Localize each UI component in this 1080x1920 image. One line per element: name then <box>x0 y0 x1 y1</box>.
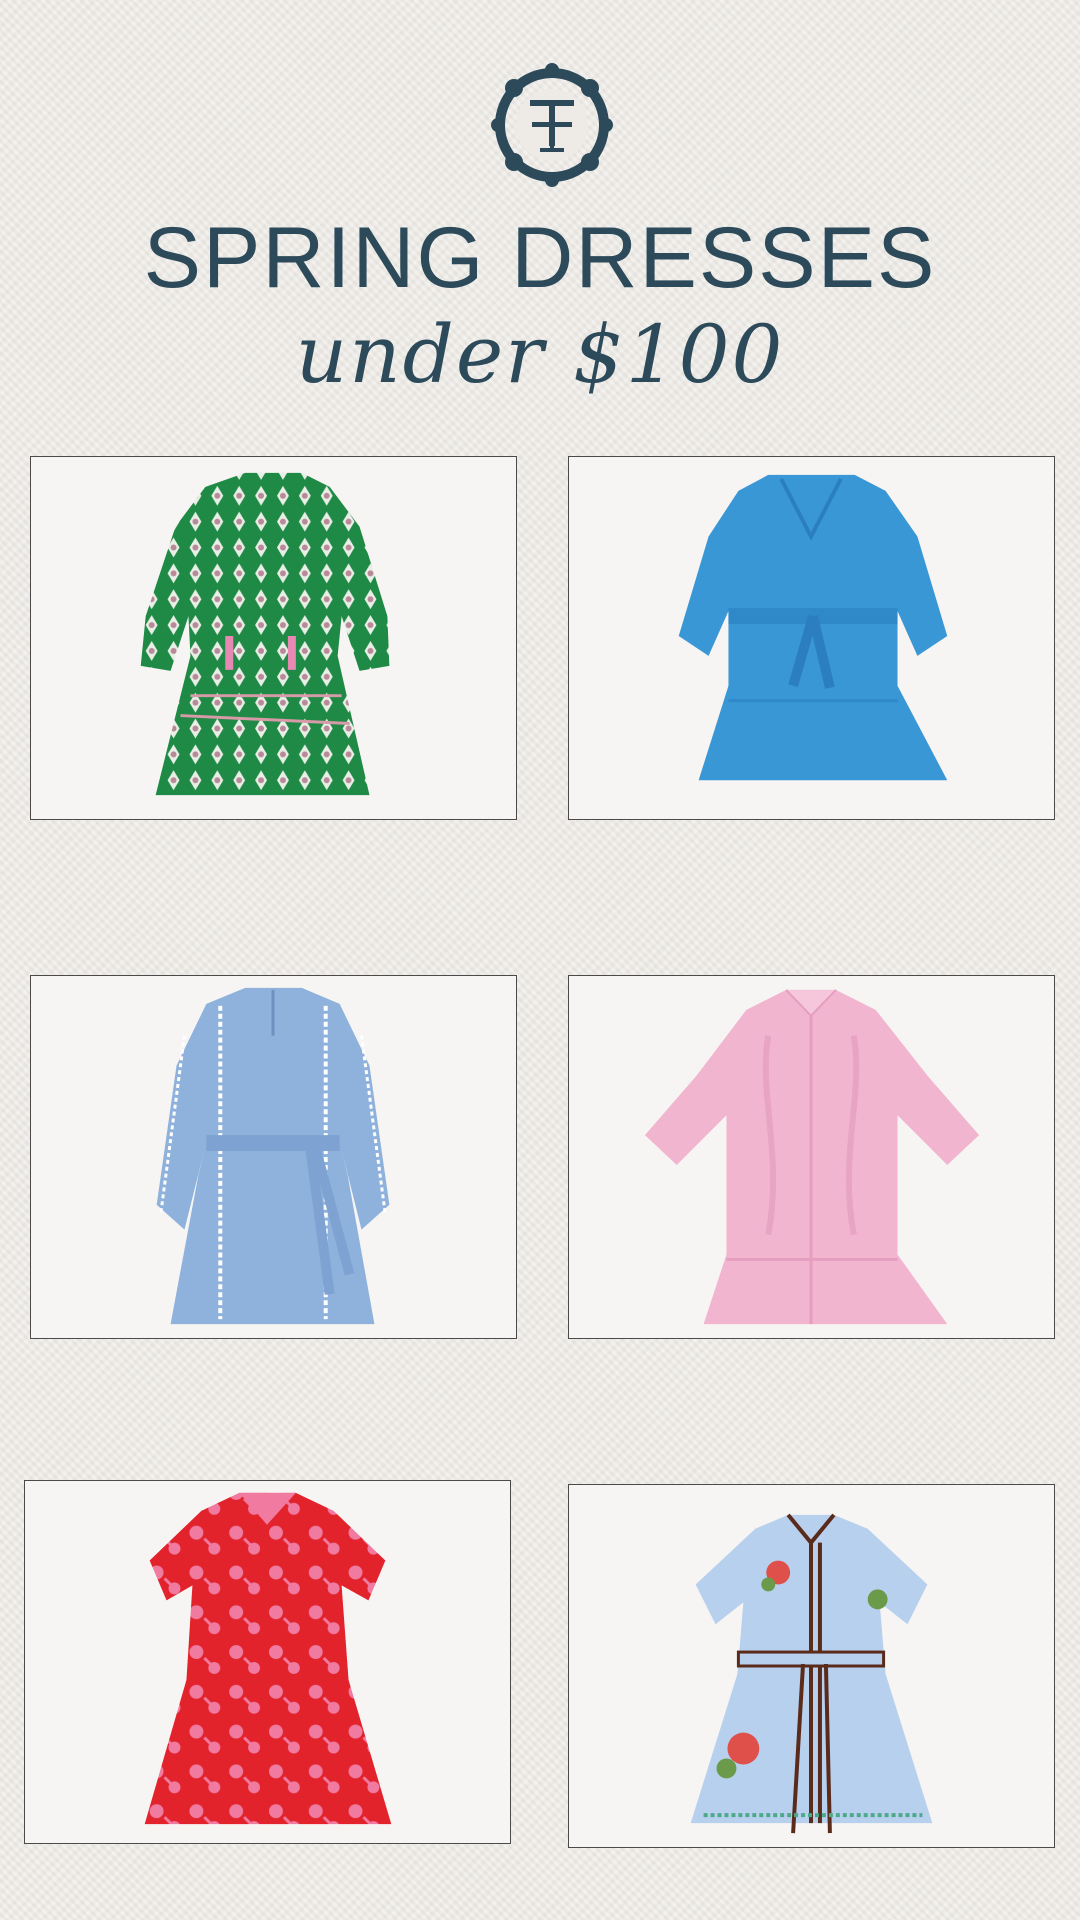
page-title: SPRING DRESSES <box>143 210 937 306</box>
product-card-blue-dress[interactable] <box>568 456 1055 820</box>
green-print-dress-image <box>140 472 390 796</box>
product-card-red-dress[interactable] <box>24 1480 511 1844</box>
tt-monogram-logo <box>482 60 622 190</box>
page-subtitle: under $100 <box>295 308 785 401</box>
product-card-chambray-dress[interactable] <box>30 975 517 1339</box>
product-card-green-dress[interactable] <box>30 456 517 820</box>
chambray-lace-dress-image <box>156 987 390 1325</box>
red-floral-dress-image <box>144 1492 392 1825</box>
pink-embroidered-dress-image <box>644 989 980 1325</box>
product-card-pink-dress[interactable] <box>568 975 1055 1339</box>
blue-belted-dress-image <box>678 474 948 781</box>
light-blue-embroidered-dress-image <box>690 1513 933 1834</box>
product-card-lightblue-dress[interactable] <box>568 1484 1055 1848</box>
